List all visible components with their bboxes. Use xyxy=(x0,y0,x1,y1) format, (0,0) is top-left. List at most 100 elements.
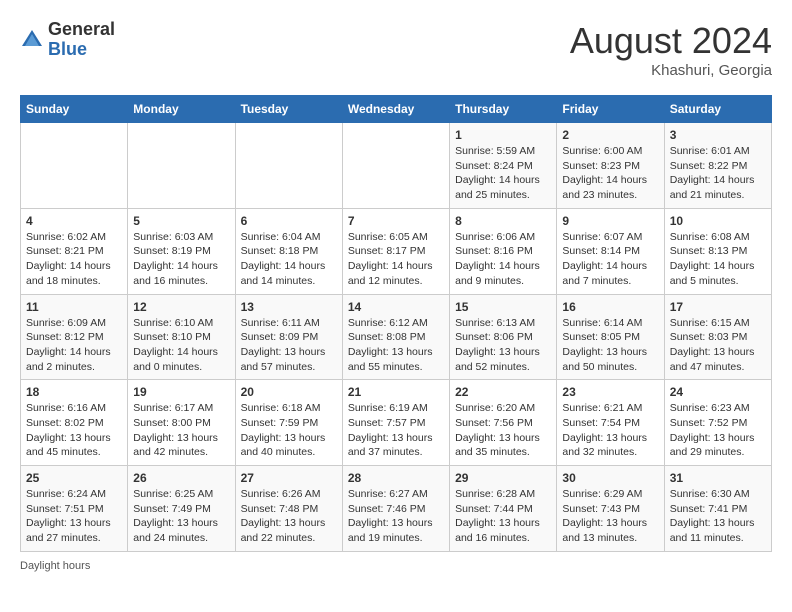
day-number: 19 xyxy=(133,385,229,399)
day-number: 22 xyxy=(455,385,551,399)
calendar-cell xyxy=(21,123,128,209)
calendar-cell: 23Sunrise: 6:21 AMSunset: 7:54 PMDayligh… xyxy=(557,380,664,466)
day-number: 30 xyxy=(562,471,658,485)
calendar-cell: 15 Sunrise: 6:13 AMSunset: 8:06 PMDayligh… xyxy=(450,294,557,380)
page-header: General Blue August 2024 Khashuri, Georg… xyxy=(20,20,772,79)
day-detail: Sunrise: 6:30 AMSunset: 7:41 PMDaylight:… xyxy=(670,487,766,546)
week-row-2: 11 Sunrise: 6:09 AMSunset: 8:12 PMDayligh… xyxy=(21,294,772,380)
day-detail: Sunrise: 6:29 AMSunset: 7:43 PMDaylight:… xyxy=(562,487,658,546)
day-detail: Sunrise: 6:09 AMSunset: 8:12 PMDaylight:… xyxy=(26,316,122,375)
calendar-cell: 28Sunrise: 6:27 AMSunset: 7:46 PMDayligh… xyxy=(342,466,449,552)
day-number: 7 xyxy=(348,214,444,228)
calendar-cell: 3 Sunrise: 6:01 AMSunset: 8:22 PMDaylight… xyxy=(664,123,771,209)
day-detail: Sunrise: 6:24 AMSunset: 7:51 PMDaylight:… xyxy=(26,487,122,546)
day-number: 14 xyxy=(348,300,444,314)
day-detail: Sunrise: 6:12 AMSunset: 8:08 PMDaylight:… xyxy=(348,316,444,375)
day-number: 26 xyxy=(133,471,229,485)
header-day-wednesday: Wednesday xyxy=(342,96,449,123)
calendar-header: SundayMondayTuesdayWednesdayThursdayFrid… xyxy=(21,96,772,123)
calendar-cell: 18 Sunrise: 6:16 AMSunset: 8:02 PMDayligh… xyxy=(21,380,128,466)
header-day-saturday: Saturday xyxy=(664,96,771,123)
day-detail: Sunrise: 6:18 AMSunset: 7:59 PMDaylight:… xyxy=(241,401,337,460)
calendar-cell: 22 Sunrise: 6:20 AMSunset: 7:56 PMDayligh… xyxy=(450,380,557,466)
day-detail: Sunrise: 6:28 AMSunset: 7:44 PMDaylight:… xyxy=(455,487,551,546)
day-detail: Sunrise: 6:21 AMSunset: 7:54 PMDaylight:… xyxy=(562,401,658,460)
calendar-cell: 13 Sunrise: 6:11 AMSunset: 8:09 PMDayligh… xyxy=(235,294,342,380)
day-detail: Sunrise: 6:26 AMSunset: 7:48 PMDaylight:… xyxy=(241,487,337,546)
day-number: 4 xyxy=(26,214,122,228)
week-row-1: 4 Sunrise: 6:02 AMSunset: 8:21 PMDaylight… xyxy=(21,208,772,294)
calendar-cell: 11 Sunrise: 6:09 AMSunset: 8:12 PMDayligh… xyxy=(21,294,128,380)
day-detail: Sunrise: 6:06 AMSunset: 8:16 PMDaylight:… xyxy=(455,230,551,289)
day-number: 16 xyxy=(562,300,658,314)
day-detail: Sunrise: 6:16 AMSunset: 8:02 PMDaylight:… xyxy=(26,401,122,460)
logo-blue-text: Blue xyxy=(48,40,115,60)
day-number: 25 xyxy=(26,471,122,485)
logo-text: General Blue xyxy=(48,20,115,60)
calendar-cell: 17 Sunrise: 6:15 AMSunset: 8:03 PMDayligh… xyxy=(664,294,771,380)
calendar-cell: 4 Sunrise: 6:02 AMSunset: 8:21 PMDaylight… xyxy=(21,208,128,294)
day-detail: Sunrise: 6:25 AMSunset: 7:49 PMDaylight:… xyxy=(133,487,229,546)
day-number: 24 xyxy=(670,385,766,399)
day-number: 29 xyxy=(455,471,551,485)
day-detail: Sunrise: 6:05 AMSunset: 8:17 PMDaylight:… xyxy=(348,230,444,289)
calendar-cell: 26 Sunrise: 6:25 AMSunset: 7:49 PMDayligh… xyxy=(128,466,235,552)
day-number: 11 xyxy=(26,300,122,314)
week-row-4: 25 Sunrise: 6:24 AMSunset: 7:51 PMDayligh… xyxy=(21,466,772,552)
day-detail: Sunrise: 6:04 AMSunset: 8:18 PMDaylight:… xyxy=(241,230,337,289)
header-day-monday: Monday xyxy=(128,96,235,123)
calendar-cell: 29 Sunrise: 6:28 AMSunset: 7:44 PMDayligh… xyxy=(450,466,557,552)
day-number: 1 xyxy=(455,128,551,142)
day-detail: Sunrise: 6:01 AMSunset: 8:22 PMDaylight:… xyxy=(670,144,766,203)
calendar-table: SundayMondayTuesdayWednesdayThursdayFrid… xyxy=(20,95,772,552)
calendar-cell: 20Sunrise: 6:18 AMSunset: 7:59 PMDayligh… xyxy=(235,380,342,466)
day-detail: Sunrise: 5:59 AMSunset: 8:24 PMDaylight:… xyxy=(455,144,551,203)
logo-icon xyxy=(20,28,44,52)
logo: General Blue xyxy=(20,20,115,60)
day-detail: Sunrise: 6:14 AMSunset: 8:05 PMDaylight:… xyxy=(562,316,658,375)
day-number: 3 xyxy=(670,128,766,142)
day-detail: Sunrise: 6:20 AMSunset: 7:56 PMDaylight:… xyxy=(455,401,551,460)
calendar-body: 1 Sunrise: 5:59 AMSunset: 8:24 PMDaylight… xyxy=(21,123,772,552)
day-number: 15 xyxy=(455,300,551,314)
day-detail: Sunrise: 6:17 AMSunset: 8:00 PMDaylight:… xyxy=(133,401,229,460)
calendar-cell: 25 Sunrise: 6:24 AMSunset: 7:51 PMDayligh… xyxy=(21,466,128,552)
header-day-friday: Friday xyxy=(557,96,664,123)
calendar-footer: Daylight hours xyxy=(20,560,772,572)
location-title: Khashuri, Georgia xyxy=(570,62,772,79)
month-year-title: August 2024 xyxy=(570,20,772,62)
calendar-cell: 19 Sunrise: 6:17 AMSunset: 8:00 PMDayligh… xyxy=(128,380,235,466)
day-number: 2 xyxy=(562,128,658,142)
calendar-cell: 2 Sunrise: 6:00 AMSunset: 8:23 PMDaylight… xyxy=(557,123,664,209)
calendar-cell xyxy=(342,123,449,209)
daylight-hours-label: Daylight hours xyxy=(20,560,90,572)
day-number: 18 xyxy=(26,385,122,399)
calendar-cell: 14 Sunrise: 6:12 AMSunset: 8:08 PMDayligh… xyxy=(342,294,449,380)
calendar-cell xyxy=(128,123,235,209)
day-detail: Sunrise: 6:11 AMSunset: 8:09 PMDaylight:… xyxy=(241,316,337,375)
day-number: 31 xyxy=(670,471,766,485)
title-block: August 2024 Khashuri, Georgia xyxy=(570,20,772,79)
day-detail: Sunrise: 6:15 AMSunset: 8:03 PMDaylight:… xyxy=(670,316,766,375)
calendar-cell: 31 Sunrise: 6:30 AMSunset: 7:41 PMDayligh… xyxy=(664,466,771,552)
day-detail: Sunrise: 6:00 AMSunset: 8:23 PMDaylight:… xyxy=(562,144,658,203)
day-detail: Sunrise: 6:13 AMSunset: 8:06 PMDaylight:… xyxy=(455,316,551,375)
day-number: 6 xyxy=(241,214,337,228)
day-detail: Sunrise: 6:03 AMSunset: 8:19 PMDaylight:… xyxy=(133,230,229,289)
day-number: 13 xyxy=(241,300,337,314)
day-number: 17 xyxy=(670,300,766,314)
calendar-cell xyxy=(235,123,342,209)
day-detail: Sunrise: 6:08 AMSunset: 8:13 PMDaylight:… xyxy=(670,230,766,289)
calendar-cell: 21Sunrise: 6:19 AMSunset: 7:57 PMDayligh… xyxy=(342,380,449,466)
day-detail: Sunrise: 6:07 AMSunset: 8:14 PMDaylight:… xyxy=(562,230,658,289)
calendar-cell: 30 Sunrise: 6:29 AMSunset: 7:43 PMDayligh… xyxy=(557,466,664,552)
day-number: 27 xyxy=(241,471,337,485)
calendar-cell: 10Sunrise: 6:08 AMSunset: 8:13 PMDayligh… xyxy=(664,208,771,294)
day-number: 8 xyxy=(455,214,551,228)
calendar-cell: 12Sunrise: 6:10 AMSunset: 8:10 PMDayligh… xyxy=(128,294,235,380)
day-detail: Sunrise: 6:02 AMSunset: 8:21 PMDaylight:… xyxy=(26,230,122,289)
calendar-cell: 6 Sunrise: 6:04 AMSunset: 8:18 PMDaylight… xyxy=(235,208,342,294)
calendar-cell: 7 Sunrise: 6:05 AMSunset: 8:17 PMDaylight… xyxy=(342,208,449,294)
day-detail: Sunrise: 6:23 AMSunset: 7:52 PMDaylight:… xyxy=(670,401,766,460)
day-number: 28 xyxy=(348,471,444,485)
